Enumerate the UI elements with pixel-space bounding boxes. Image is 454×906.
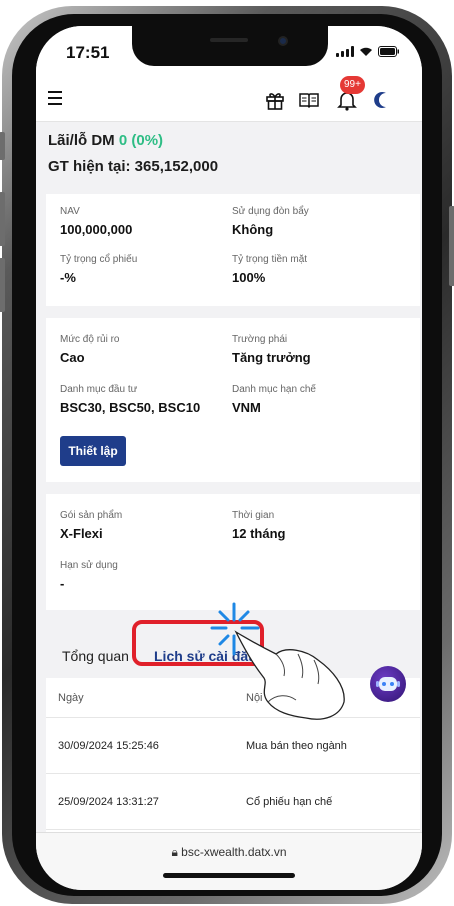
notch bbox=[132, 26, 328, 66]
package-label: Gói sản phẩm bbox=[60, 510, 123, 521]
package-field: Gói sản phẩm X-Flexi bbox=[60, 510, 122, 541]
column-header-date: Ngày bbox=[58, 692, 84, 704]
status-icons bbox=[336, 46, 400, 57]
notification-badge: 99+ bbox=[340, 76, 365, 94]
app-header: 99+ bbox=[36, 76, 422, 122]
table-row[interactable]: 30/09/2024 15:25:46 Mua bán theo ngành bbox=[46, 718, 420, 774]
row-content: Mua bán theo ngành bbox=[246, 740, 347, 752]
restricted-value: VNM bbox=[232, 400, 261, 415]
mute-switch bbox=[0, 132, 5, 160]
power-button bbox=[449, 206, 454, 286]
style-field: Trường phái Tăng trưởng bbox=[232, 334, 311, 365]
term-label: Thời gian bbox=[232, 510, 275, 521]
row-date: 30/09/2024 15:25:46 bbox=[58, 740, 159, 752]
investment-settings-card: Mức độ rủi ro Cao Trường phái Tăng trưởn… bbox=[46, 318, 420, 482]
main-content: Lãi/lỗ DM 0 (0%) GT hiện tại: 365,152,00… bbox=[36, 122, 422, 838]
portfolio-field: Danh mục đầu tư BSC30, BSC50, BSC10 bbox=[60, 384, 200, 415]
front-camera bbox=[278, 36, 288, 46]
home-indicator bbox=[163, 873, 295, 878]
expiry-field: Hạn sử dụng - bbox=[60, 560, 118, 591]
history-table: Ngày Nội dung 30/09/2024 15:25:46 Mua bá… bbox=[46, 678, 420, 838]
leverage-field: Sử dụng đòn bẩy Không bbox=[232, 206, 309, 237]
tap-highlight-box bbox=[132, 620, 264, 666]
risk-label: Mức độ rủi ro bbox=[60, 334, 120, 345]
term-field: Thời gian 12 tháng bbox=[232, 510, 285, 541]
current-value: GT hiện tại: 365,152,000 bbox=[48, 158, 219, 175]
risk-field: Mức độ rủi ro Cao bbox=[60, 334, 120, 365]
robot-icon bbox=[376, 677, 400, 691]
row-content: Cổ phiếu hạn chế bbox=[246, 796, 333, 808]
style-value: Tăng trưởng bbox=[232, 350, 311, 365]
dark-mode-icon[interactable] bbox=[372, 89, 394, 111]
leverage-value: Không bbox=[232, 222, 274, 237]
package-card: Gói sản phẩm X-Flexi Thời gian 12 tháng … bbox=[46, 494, 420, 610]
cash-ratio-label: Tỷ trọng tiền mặt bbox=[232, 254, 308, 265]
portfolio-label: Danh mục đầu tư bbox=[60, 384, 138, 395]
nav-field: NAV 100,000,000 bbox=[60, 206, 132, 237]
table-row[interactable]: 25/09/2024 13:31:27 Cổ phiếu hạn chế bbox=[46, 774, 420, 830]
status-bar: 17:51 bbox=[36, 26, 422, 78]
style-label: Trường phái bbox=[232, 334, 288, 345]
chatbot-button[interactable] bbox=[370, 666, 406, 702]
phone-screen: 17:51 99+ Lãi/lỗ DM 0 (0%) GT hiện tại: … bbox=[36, 26, 422, 890]
nav-label: NAV bbox=[60, 206, 80, 217]
tab-overview[interactable]: Tổng quan bbox=[62, 648, 129, 664]
nav-card: NAV 100,000,000 Sử dụng đòn bẩy Không Tỷ… bbox=[46, 194, 420, 306]
table-header-row: Ngày Nội dung bbox=[46, 678, 420, 718]
stock-ratio-field: Tỷ trọng cổ phiếu -% bbox=[60, 254, 137, 285]
book-icon[interactable] bbox=[298, 89, 320, 111]
row-date: 25/09/2024 13:31:27 bbox=[58, 796, 159, 808]
profit-loss-line: Lãi/lỗ DM 0 (0%) bbox=[48, 132, 163, 149]
term-value: 12 tháng bbox=[232, 526, 286, 541]
restricted-label: Danh mục hạn chế bbox=[232, 384, 316, 395]
nav-value: 100,000,000 bbox=[60, 222, 133, 237]
lock-icon: 🔒︎ bbox=[171, 845, 178, 859]
stock-ratio-label: Tỷ trọng cổ phiếu bbox=[60, 254, 138, 265]
url-text: bsc-xwealth.datx.vn bbox=[181, 845, 287, 859]
stock-ratio-value: -% bbox=[60, 270, 76, 285]
package-value: X-Flexi bbox=[60, 526, 103, 541]
status-time: 17:51 bbox=[66, 43, 110, 62]
menu-icon[interactable] bbox=[48, 91, 64, 105]
speaker-grille bbox=[210, 38, 248, 42]
risk-value: Cao bbox=[60, 350, 85, 365]
column-header-content: Nội dung bbox=[246, 692, 291, 704]
volume-up-button bbox=[0, 192, 5, 246]
setup-button[interactable]: Thiết lập bbox=[60, 436, 126, 466]
profit-loss-label: Lãi/lỗ DM bbox=[48, 132, 115, 149]
cash-ratio-field: Tỷ trọng tiền mặt 100% bbox=[232, 254, 307, 285]
cash-ratio-value: 100% bbox=[232, 270, 266, 285]
restricted-field: Danh mục hạn chế VNM bbox=[232, 384, 316, 415]
portfolio-value: BSC30, BSC50, BSC10 bbox=[60, 400, 201, 415]
gift-icon[interactable] bbox=[264, 89, 286, 111]
leverage-label: Sử dụng đòn bẩy bbox=[232, 206, 309, 217]
profit-loss-value: 0 (0%) bbox=[118, 132, 164, 149]
battery-icon bbox=[378, 46, 399, 57]
expiry-value: - bbox=[60, 576, 65, 591]
wifi-icon bbox=[360, 47, 372, 56]
signal-icon bbox=[336, 46, 354, 57]
browser-url-bar[interactable]: 🔒︎ bsc-xwealth.datx.vn bbox=[36, 832, 422, 890]
url-line: 🔒︎ bsc-xwealth.datx.vn bbox=[36, 845, 422, 860]
volume-down-button bbox=[0, 258, 5, 312]
expiry-label: Hạn sử dụng bbox=[60, 560, 118, 571]
